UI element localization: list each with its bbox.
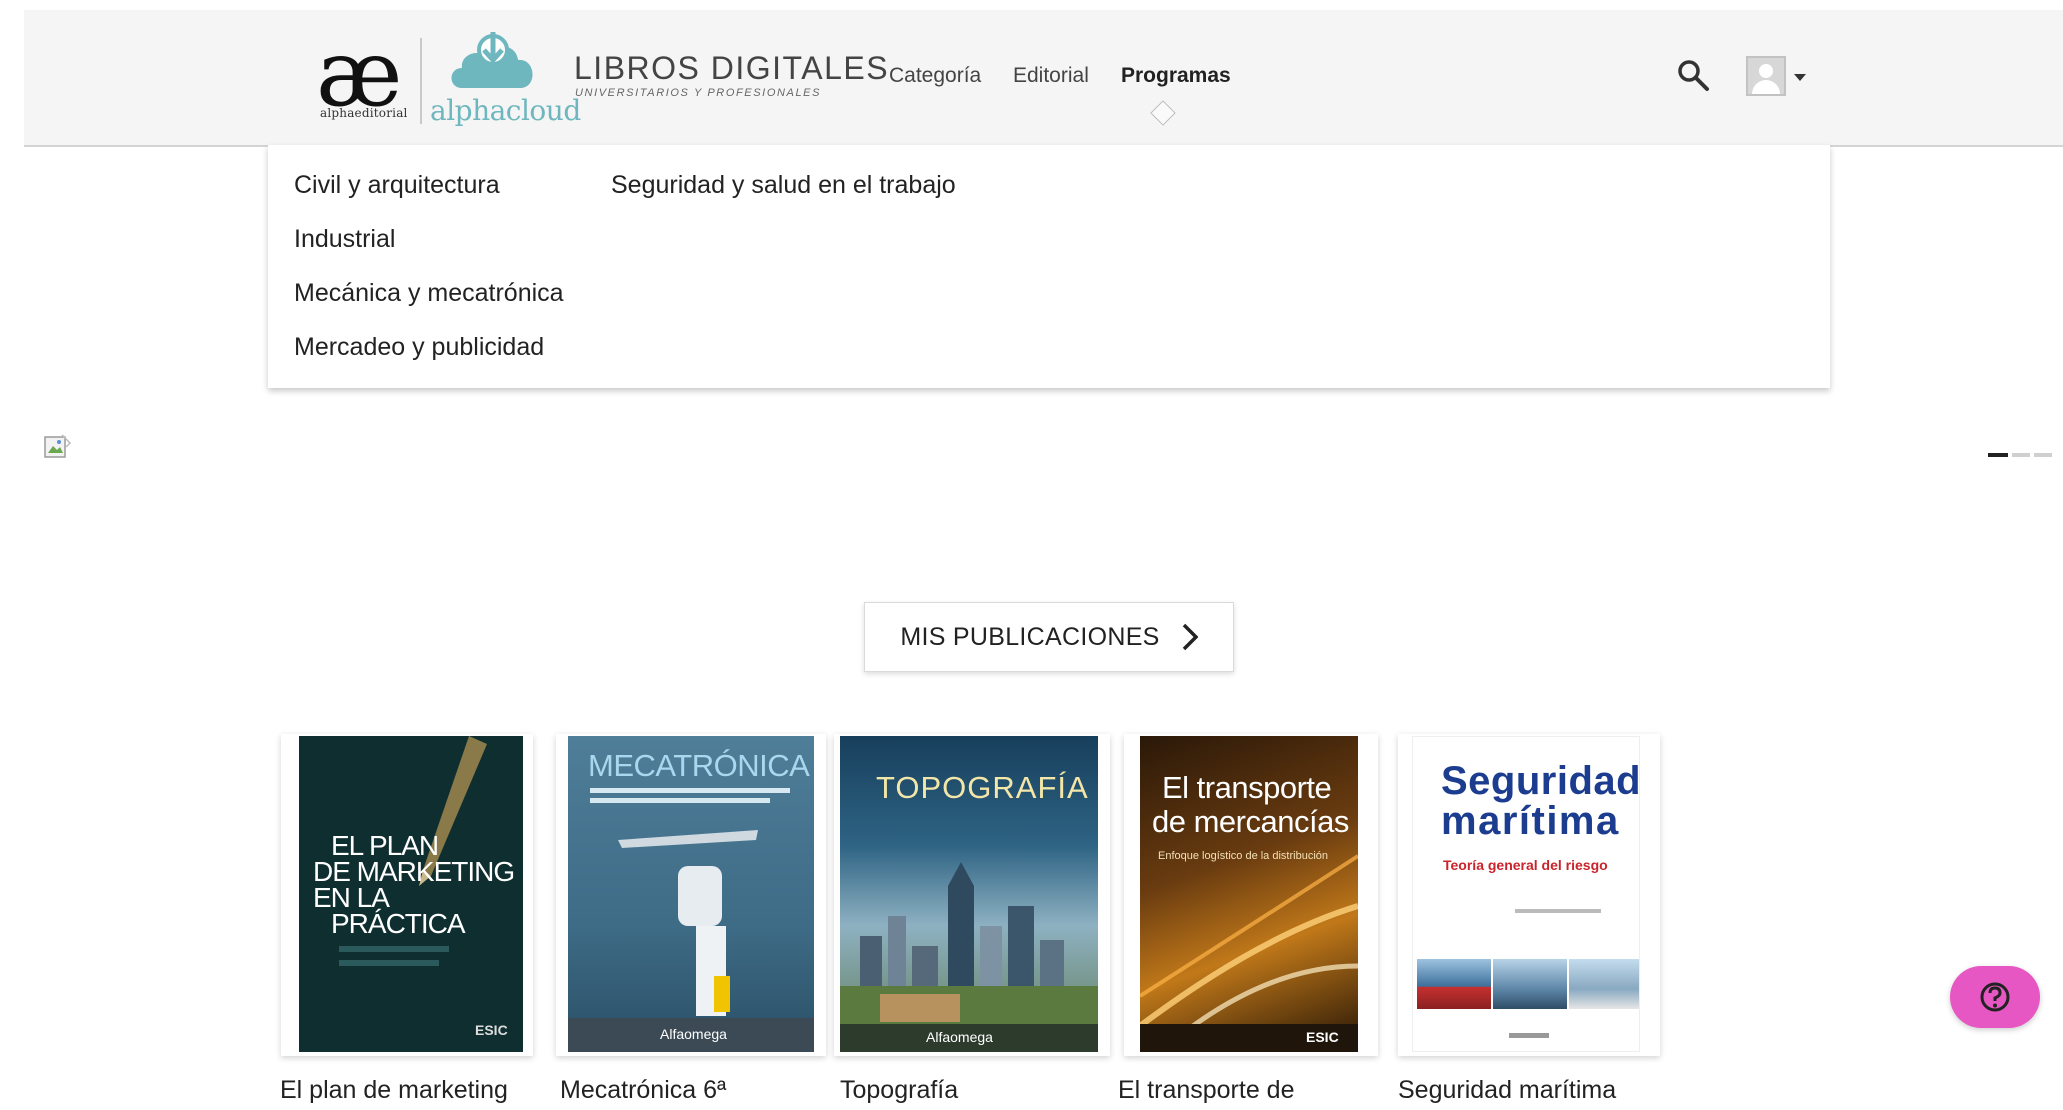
- brand-subtitle: UNIVERSITARIOS Y PROFESIONALES: [575, 87, 822, 99]
- book-cover-1[interactable]: EL PLAN DE MARKETING EN LA PRÁCTICA ESIC: [299, 736, 523, 1052]
- cover1-body-lines: [339, 960, 439, 966]
- robot-arm-illustration: [618, 830, 758, 1016]
- mis-publicaciones-label: MIS PUBLICACIONES: [900, 622, 1160, 651]
- book-title-4[interactable]: El transporte de: [1118, 1076, 1295, 1105]
- cover5-ship-photo-3: [1569, 959, 1639, 1009]
- cover2-title: MECATRÓNICA: [588, 748, 810, 783]
- cover1-body-lines: [339, 946, 449, 952]
- cover5-ship-photo-2: [1493, 959, 1567, 1009]
- book-cover-5[interactable]: Seguridad marítima Teoría general del ri…: [1412, 736, 1640, 1052]
- book-title-5[interactable]: Seguridad marítima: [1398, 1076, 1616, 1105]
- cover5-author-line: [1515, 909, 1601, 913]
- cover2-publisher: Alfaomega: [660, 1026, 727, 1042]
- logo-divider: [420, 38, 422, 124]
- cover3-title: TOPOGRAFÍA: [876, 770, 1089, 805]
- cover4-line2: de mercancías: [1152, 804, 1349, 839]
- chevron-right-icon: [1182, 623, 1198, 651]
- carousel-dot-active[interactable]: [1988, 453, 2008, 457]
- cover5-line2: marítima: [1441, 799, 1620, 843]
- nav-categoria[interactable]: Categoría: [889, 64, 981, 88]
- cover5-publisher-mark: [1509, 1033, 1549, 1038]
- carousel-dot[interactable]: [2012, 453, 2030, 457]
- book-card-1[interactable]: EL PLAN DE MARKETING EN LA PRÁCTICA ESIC: [281, 734, 533, 1056]
- menu-item-mecanica[interactable]: Mecánica y mecatrónica: [294, 279, 564, 308]
- cover5-line1: Seguridad: [1441, 759, 1640, 803]
- city-skyline-illustration: [840, 862, 1098, 1026]
- book-cover-2[interactable]: MECATRÓNICA Alfaomega: [568, 736, 814, 1052]
- caret-down-icon[interactable]: [1794, 74, 1806, 81]
- nav-programas[interactable]: Programas: [1121, 64, 1231, 88]
- menu-item-seguridad[interactable]: Seguridad y salud en el trabajo: [611, 171, 956, 200]
- help-icon: [1980, 982, 2010, 1012]
- mis-publicaciones-button[interactable]: MIS PUBLICACIONES: [864, 602, 1234, 672]
- book-title-2[interactable]: Mecatrónica 6ª: [560, 1076, 726, 1105]
- nav-editorial[interactable]: Editorial: [1013, 64, 1089, 88]
- broken-image-icon: [44, 434, 72, 458]
- alphaeditorial-logo[interactable]: æ alphaeditorial: [316, 28, 416, 124]
- alphacloud-logo[interactable]: alphacloud: [426, 28, 581, 128]
- cover5-line3: Teoría general del riesgo: [1443, 857, 1608, 873]
- brand-title: LIBROS DIGITALES: [574, 50, 890, 86]
- book-cover-4[interactable]: El transporte de mercancías Enfoque logí…: [1140, 736, 1358, 1052]
- book-card-4[interactable]: El transporte de mercancías Enfoque logí…: [1124, 734, 1378, 1056]
- book-card-2[interactable]: MECATRÓNICA Alfaomega: [556, 734, 826, 1056]
- cover1-publisher: ESIC: [475, 1022, 508, 1038]
- cover2-subtitle-line: [590, 798, 770, 803]
- menu-item-civil[interactable]: Civil y arquitectura: [294, 171, 500, 200]
- carousel-indicators: [1988, 453, 2052, 457]
- cover1-line4: PRÁCTICA: [331, 908, 466, 939]
- book-cover-3[interactable]: TOPOGRAFÍA Alfaomega: [840, 736, 1098, 1052]
- cloud-download-icon: [451, 32, 533, 88]
- cover4-publisher: ESIC: [1306, 1029, 1339, 1045]
- avatar[interactable]: [1746, 56, 1786, 96]
- help-button[interactable]: [1950, 966, 2040, 1028]
- cover5-ship-photo-1: [1417, 959, 1491, 1009]
- cover3-publisher: Alfaomega: [926, 1029, 993, 1045]
- logo-sub: alphaeditorial: [320, 106, 408, 120]
- book-card-5[interactable]: Seguridad marítima Teoría general del ri…: [1398, 734, 1660, 1056]
- menu-item-mercadeo[interactable]: Mercadeo y publicidad: [294, 333, 544, 362]
- cloud-wordmark: alphacloud: [430, 94, 581, 127]
- menu-item-industrial[interactable]: Industrial: [294, 225, 395, 254]
- avatar-body: [1752, 80, 1780, 94]
- avatar-head: [1759, 64, 1773, 78]
- book-card-3[interactable]: TOPOGRAFÍA Alfaomega: [834, 734, 1110, 1056]
- book-title-1[interactable]: El plan de marketing: [280, 1076, 508, 1105]
- book-title-3[interactable]: Topografía: [840, 1076, 958, 1105]
- cover4-line1: El transporte: [1162, 770, 1332, 805]
- carousel-dot[interactable]: [2034, 453, 2052, 457]
- search-icon[interactable]: [1676, 58, 1710, 92]
- cover4-line3: Enfoque logístico de la distribución: [1158, 850, 1328, 862]
- cover2-subtitle-line: [590, 788, 790, 793]
